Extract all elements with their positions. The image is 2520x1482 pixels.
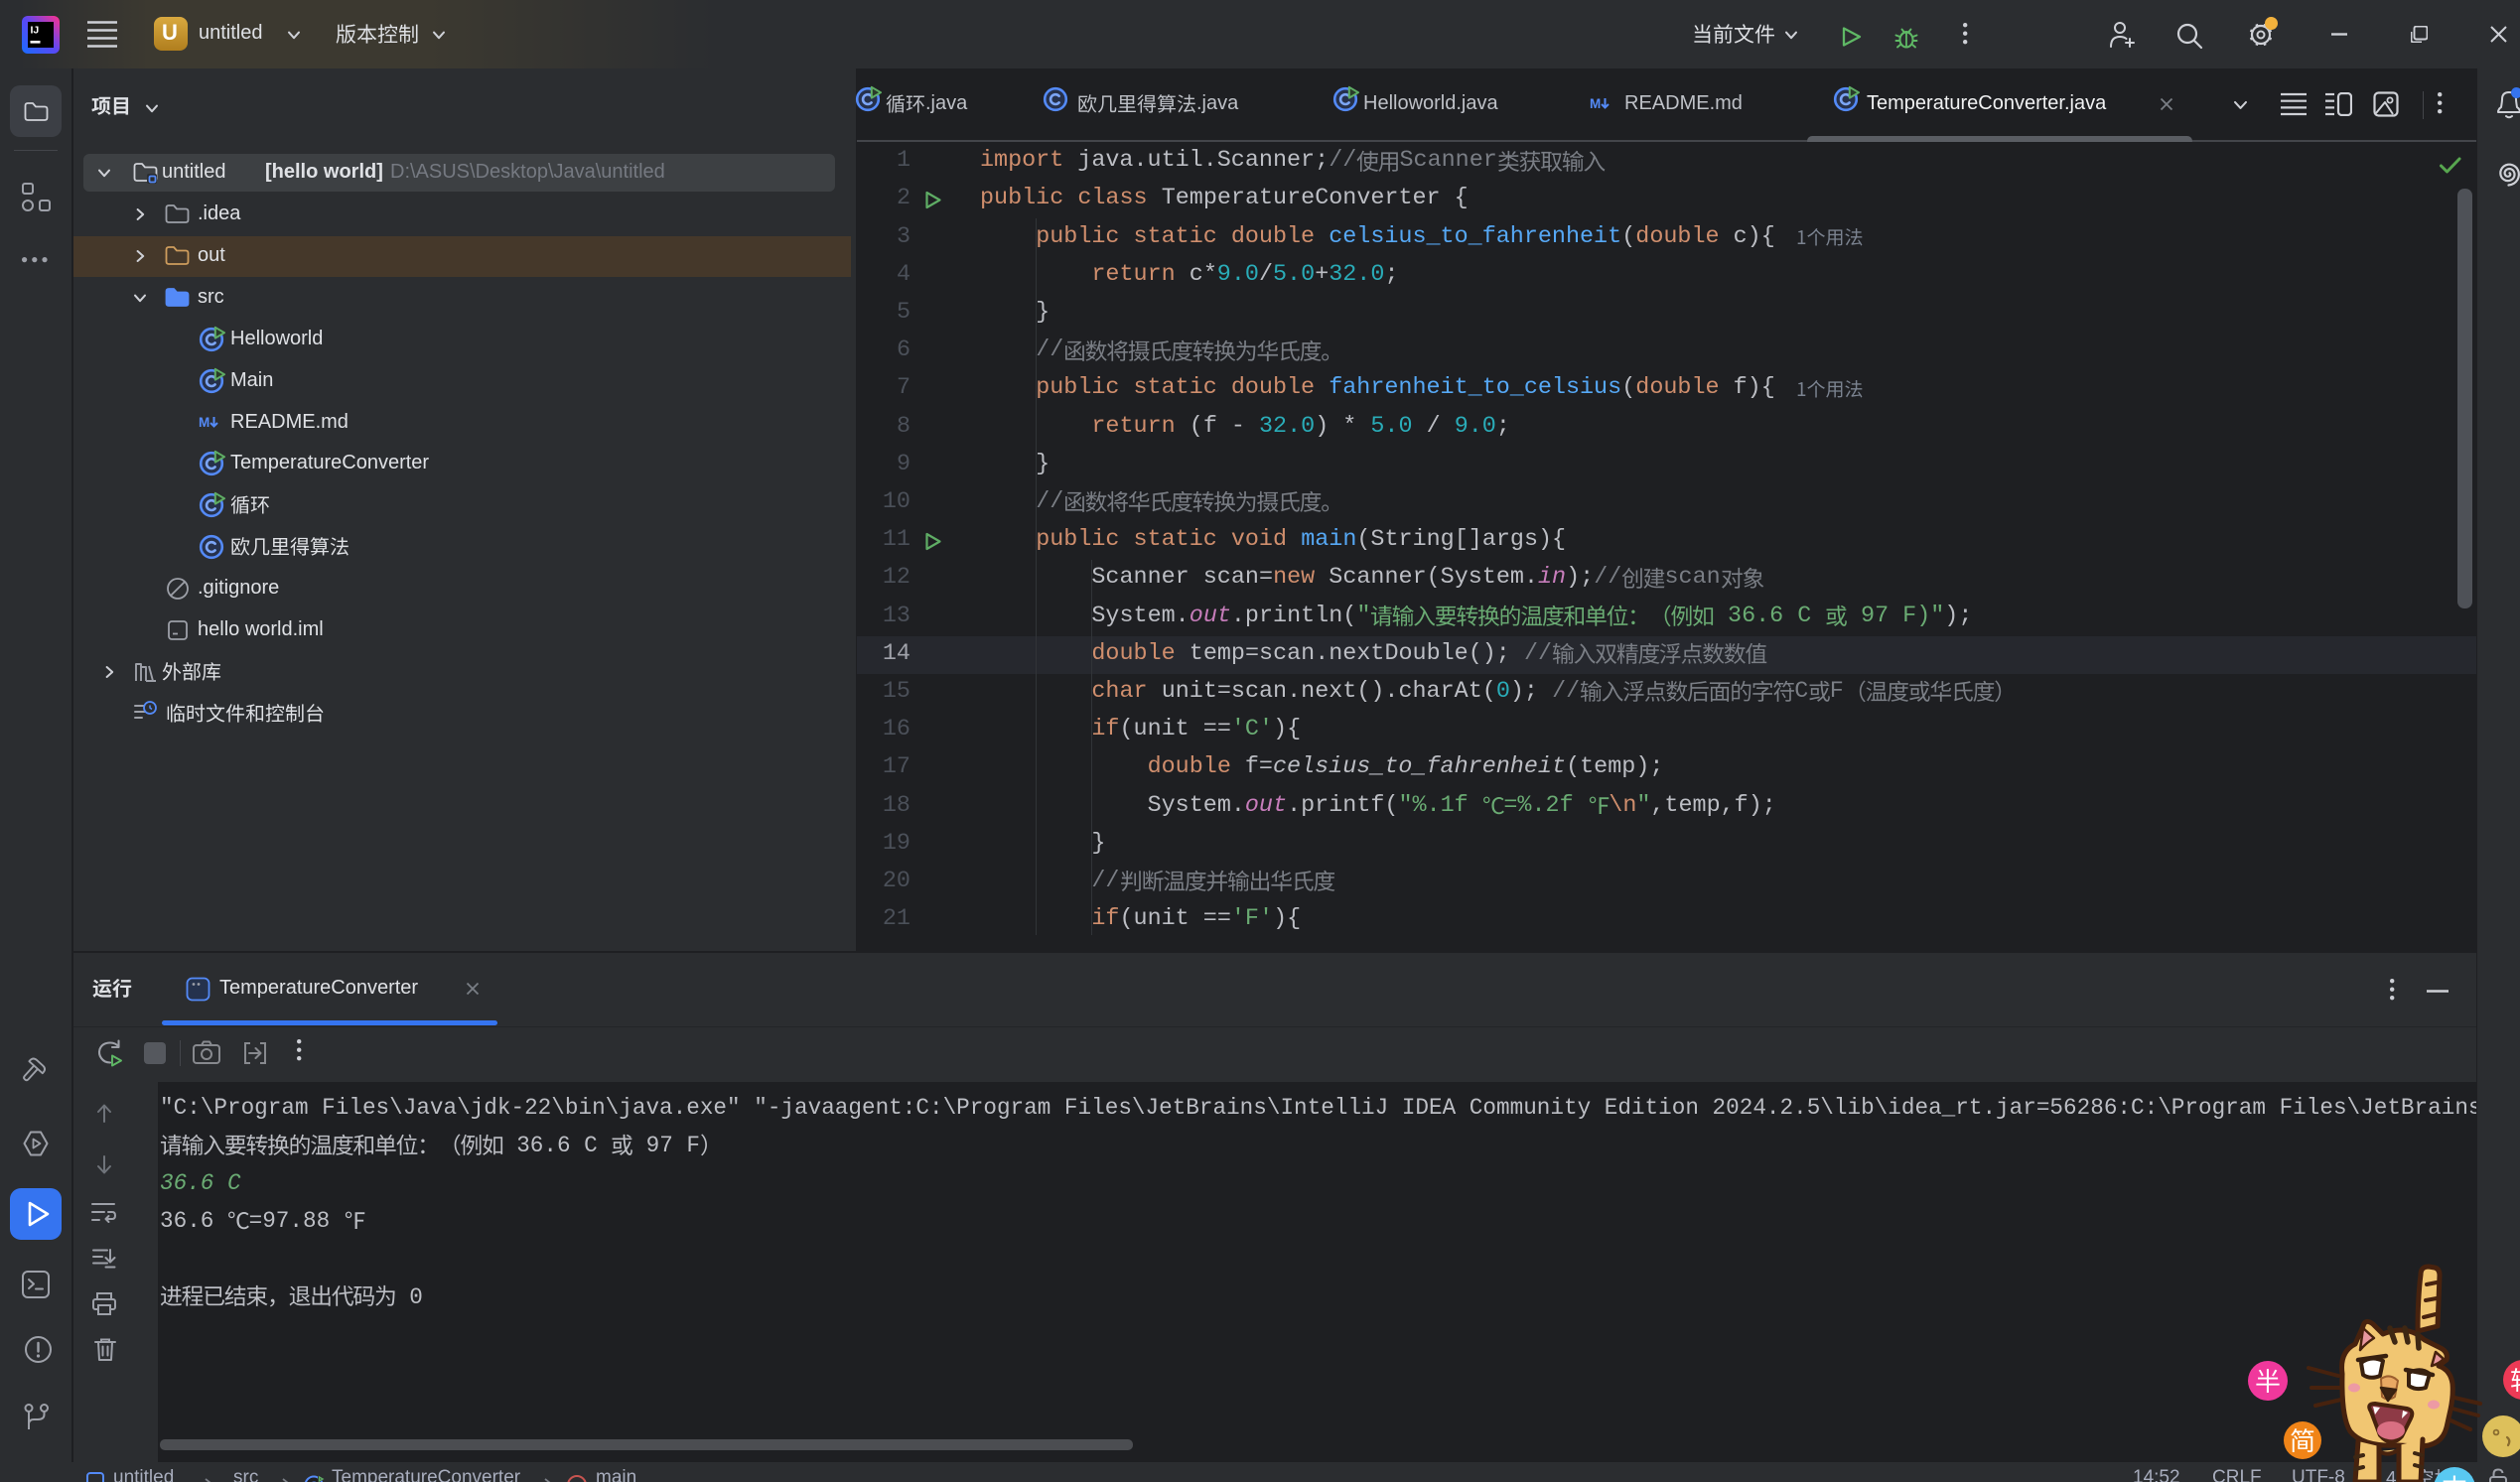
svg-text:m: m: [572, 1479, 582, 1482]
svg-text:M: M: [1590, 96, 1601, 111]
svg-text:M: M: [199, 415, 210, 430]
svg-text:IJ: IJ: [31, 25, 40, 37]
